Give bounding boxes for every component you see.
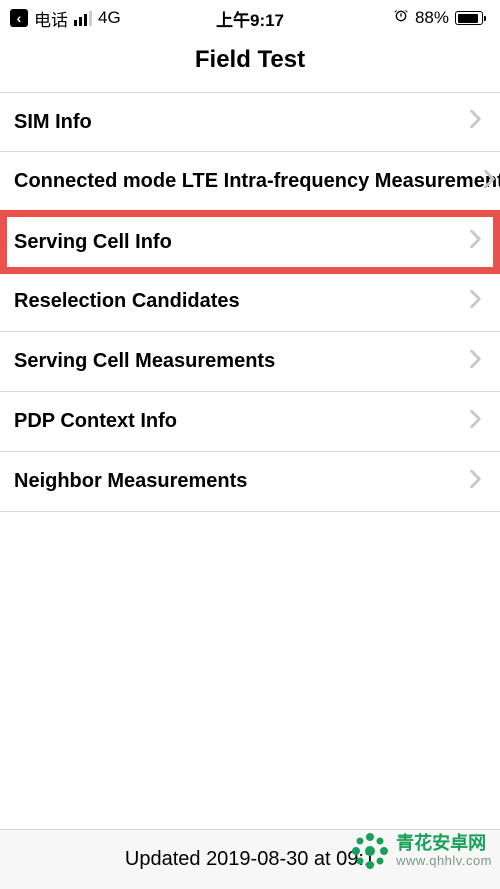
chevron-right-icon: [470, 110, 482, 134]
watermark-url: www.qhhlv.com: [396, 854, 492, 868]
list-item-serving-cell-measurements[interactable]: Serving Cell Measurements: [0, 332, 500, 392]
chevron-right-icon: [470, 290, 482, 314]
list-item-neighbor-measurements[interactable]: Neighbor Measurements: [0, 452, 500, 512]
battery-icon: [455, 11, 486, 25]
list-item-label: Serving Cell Measurements: [14, 350, 275, 373]
watermark-text: 青花安卓网 www.qhhlv.com: [396, 834, 492, 868]
list-item-sim-info[interactable]: SIM Info: [0, 92, 500, 152]
list-item-label: Connected mode LTE Intra-frequency Measu…: [14, 170, 500, 193]
network-label: 4G: [98, 8, 121, 28]
back-to-app-icon[interactable]: ‹: [10, 9, 28, 27]
watermark-name: 青花安卓网: [396, 834, 492, 854]
watermark-logo-icon: [350, 831, 390, 871]
chevron-right-icon: [470, 350, 482, 374]
list-item-label: Serving Cell Info: [14, 231, 172, 254]
list-item-label: Neighbor Measurements: [14, 470, 247, 493]
signal-icon: [74, 11, 92, 26]
carrier-label: 电话: [34, 6, 68, 31]
status-time: 上午9:17: [216, 6, 284, 31]
chevron-right-icon: [484, 170, 496, 194]
list-item-label: Reselection Candidates: [14, 290, 240, 313]
list-item-connected-mode[interactable]: Connected mode LTE Intra-frequency Measu…: [0, 152, 500, 212]
status-bar-right: 88%: [393, 8, 486, 29]
chevron-right-icon: [470, 470, 482, 494]
alarm-icon: [393, 8, 409, 29]
watermark: 青花安卓网 www.qhhlv.com: [350, 831, 492, 871]
chevron-right-icon: [470, 410, 482, 434]
page-title: Field Test: [0, 46, 500, 74]
status-bar-left: ‹ 电话 4G: [10, 6, 121, 31]
updated-label: Updated 2019-08-30 at 09:1: [125, 848, 375, 870]
highlighted-item-wrap: Serving Cell Info: [0, 212, 500, 272]
page-header: Field Test: [0, 32, 500, 92]
status-bar: ‹ 电话 4G 上午9:17 88%: [0, 0, 500, 32]
list-item-pdp-context-info[interactable]: PDP Context Info: [0, 392, 500, 452]
battery-percent: 88%: [415, 8, 449, 28]
menu-list: SIM Info Connected mode LTE Intra-freque…: [0, 92, 500, 512]
list-item-reselection-candidates[interactable]: Reselection Candidates: [0, 272, 500, 332]
list-item-serving-cell-info[interactable]: Serving Cell Info: [0, 212, 500, 272]
list-item-label: SIM Info: [14, 111, 92, 134]
chevron-right-icon: [470, 230, 482, 254]
list-item-label: PDP Context Info: [14, 410, 177, 433]
